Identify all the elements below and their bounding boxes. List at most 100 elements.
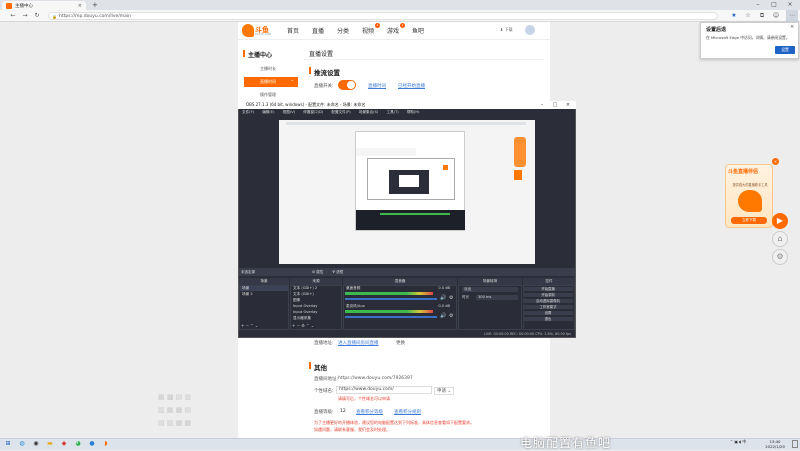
ad-download-button[interactable]: 立即下载	[731, 217, 767, 224]
favorites-icon[interactable]: ☆	[742, 10, 754, 22]
source-item[interactable]: 文本 (GDI+)	[291, 292, 341, 297]
obs-menu-help[interactable]: 帮助(H)	[407, 110, 420, 114]
forward-icon[interactable]: →	[20, 10, 30, 22]
source-item[interactable]: 显示器采集	[291, 316, 341, 321]
mixer-gear-icon[interactable]: ⚙	[449, 313, 453, 319]
mixer-fader[interactable]	[345, 316, 437, 318]
app-taskbar-icon[interactable]: ◆	[60, 440, 68, 448]
home-float-icon[interactable]: ⌂	[772, 231, 788, 247]
new-tab-icon[interactable]: +	[92, 1, 98, 9]
source-controls[interactable]: + − ⚙ ⌃ ⌄	[292, 323, 314, 328]
more-menu-icon[interactable]: ⋯	[786, 10, 798, 22]
nav-game[interactable]: 游戏	[387, 26, 399, 35]
live-time-link[interactable]: 直播时间	[368, 83, 386, 89]
maximize-icon[interactable]: □	[766, 0, 782, 10]
source-item[interactable]: Input Overlay	[291, 310, 341, 315]
custom-domain-input[interactable]: https://www.douyu.com/	[336, 386, 432, 394]
nav-live[interactable]: 直播	[312, 26, 324, 35]
obs-status-bar: LIVE: 00:00:00 REC: 00:00:00 CPU: 2.6%, …	[239, 331, 575, 337]
obs-menu-file[interactable]: 文件(F)	[242, 110, 254, 114]
obs-menu-scene-collection[interactable]: 场景集合(S)	[359, 110, 378, 114]
obs-minimize-icon[interactable]: –	[536, 101, 548, 109]
edge-taskbar-icon[interactable]: ◍	[18, 440, 26, 448]
logo-sub: DOUYU.COM	[255, 33, 271, 36]
sidebar-item-duration[interactable]: 主播时长	[244, 64, 298, 74]
nav-category[interactable]: 分类	[337, 26, 349, 35]
clock[interactable]: 13:40 2022/1/29	[764, 439, 786, 449]
source-item[interactable]: 图像	[291, 298, 341, 303]
account-icon[interactable]: ☺	[770, 10, 782, 22]
windows-start-icon[interactable]: ⊞	[4, 440, 12, 448]
refresh-icon[interactable]: ↻	[32, 10, 42, 22]
mixer-gear-icon[interactable]: ⚙	[449, 295, 453, 301]
download-link[interactable]: ⬇ 下载	[500, 27, 513, 33]
started-live-link[interactable]: 已经开始直播	[398, 83, 425, 89]
settings-float-icon[interactable]: ⚙	[772, 249, 788, 265]
browser-tab[interactable]: 主播中心 ×	[2, 1, 86, 10]
obs-menubar: 文件(F) 编辑(E) 视图(V) 停靠窗口(D) 配置文件(P) 场景集合(S…	[239, 109, 575, 116]
start-virtual-camera-button[interactable]: 启动虚拟摄像机	[523, 299, 573, 304]
live-switch-toggle[interactable]	[338, 80, 356, 90]
duration-input[interactable]: 300 ms	[476, 295, 518, 300]
tab-title: 主播中心	[15, 3, 33, 9]
back-icon[interactable]: ←	[8, 10, 18, 22]
transition-select[interactable]: 淡出	[462, 287, 518, 292]
obs-menu-edit[interactable]: 编辑(E)	[262, 110, 274, 114]
source-item[interactable]: Input Overlay	[291, 304, 341, 309]
obs-taskbar-icon[interactable]: ◉	[32, 440, 40, 448]
level-link-1[interactable]: 查看积分等级	[356, 409, 383, 415]
exit-button[interactable]: 退出	[523, 317, 573, 322]
nav-game-badge: 1	[400, 23, 405, 28]
obs-maximize-icon[interactable]: □	[549, 101, 561, 109]
play-float-icon[interactable]: ▶	[772, 213, 788, 229]
mixer-fader[interactable]	[345, 298, 437, 300]
studio-mode-button[interactable]: 工作室模式	[523, 305, 573, 310]
start-streaming-button[interactable]: 开始直播	[523, 287, 573, 292]
scenes-dock-header: 场景	[239, 278, 289, 285]
app2-taskbar-icon[interactable]: ●	[88, 440, 96, 448]
obs-menu-view[interactable]: 视图(V)	[283, 110, 295, 114]
room-url: https://www.douyu.com/7926397	[338, 376, 413, 381]
obs-titlebar[interactable]: OBS 27.1.3 (64 bit, windows) - 配置文件: 未命名…	[238, 101, 576, 109]
close-window-icon[interactable]: ×	[782, 0, 798, 10]
obs-menu-docks[interactable]: 停靠窗口(D)	[303, 110, 323, 114]
source-item[interactable]: 文本 (GDI+) 2	[291, 286, 341, 291]
minimize-icon[interactable]: –	[750, 0, 766, 10]
filters-button[interactable]: ⧩ 滤镜	[332, 268, 343, 276]
tab-close-icon[interactable]: ×	[78, 3, 82, 9]
scene-item[interactable]: 场景	[240, 286, 288, 291]
popup-settings-button[interactable]: 设置	[775, 46, 795, 54]
properties-button[interactable]: ⚙ 属性	[312, 268, 323, 276]
wechat-taskbar-icon[interactable]: ◕	[74, 440, 82, 448]
douyu-taskbar-icon[interactable]: ◗	[102, 440, 110, 448]
collections-icon[interactable]: ⧉	[756, 10, 768, 22]
enter-room-link[interactable]: 进入直播间房间直播	[338, 340, 379, 346]
level-link-2[interactable]: 查看积分规则	[394, 409, 421, 415]
speaker-icon[interactable]: 🔊	[440, 313, 446, 319]
sidebar-item-manage[interactable]: 操作管理	[244, 90, 298, 100]
obs-menu-profile[interactable]: 配置文件(P)	[331, 110, 350, 114]
sidebar-item-live-time[interactable]: 直播时间 ⌃	[244, 77, 298, 87]
ad-close-icon[interactable]: ×	[772, 158, 779, 165]
nav-video[interactable]: 视频	[362, 26, 374, 35]
settings-button[interactable]: 设置	[523, 311, 573, 316]
nav-fishbar[interactable]: 鱼吧	[412, 26, 424, 35]
change-link[interactable]: 更换	[396, 340, 405, 346]
popup-close-icon[interactable]: ×	[790, 24, 794, 30]
tray-icons[interactable]: ⌃ ▣ ◖ 中	[730, 439, 746, 445]
obs-close-icon[interactable]: ×	[562, 101, 574, 109]
notification-icon[interactable]	[792, 440, 798, 448]
scene-controls[interactable]: + − ⌃ ⌄	[241, 323, 258, 328]
explorer-taskbar-icon[interactable]: ▬	[46, 440, 54, 448]
user-avatar[interactable]	[525, 25, 535, 35]
douyu-logo[interactable]: 斗鱼 DOUYU.COM	[242, 24, 272, 37]
custom-domain-select[interactable]: 申请 ⌄	[434, 387, 455, 395]
url-input[interactable]: 🔒 https://mp.douyu.com/live/main	[48, 12, 718, 20]
favorite-star-icon[interactable]: ★	[728, 10, 740, 22]
speaker-icon[interactable]: 🔊	[440, 295, 446, 301]
start-recording-button[interactable]: 开始录制	[523, 293, 573, 298]
scene-item[interactable]: 场景 2	[240, 292, 288, 297]
no-source-label: 未选定源	[241, 270, 255, 274]
obs-menu-tools[interactable]: 工具(T)	[387, 110, 399, 114]
nav-home[interactable]: 首页	[287, 26, 299, 35]
